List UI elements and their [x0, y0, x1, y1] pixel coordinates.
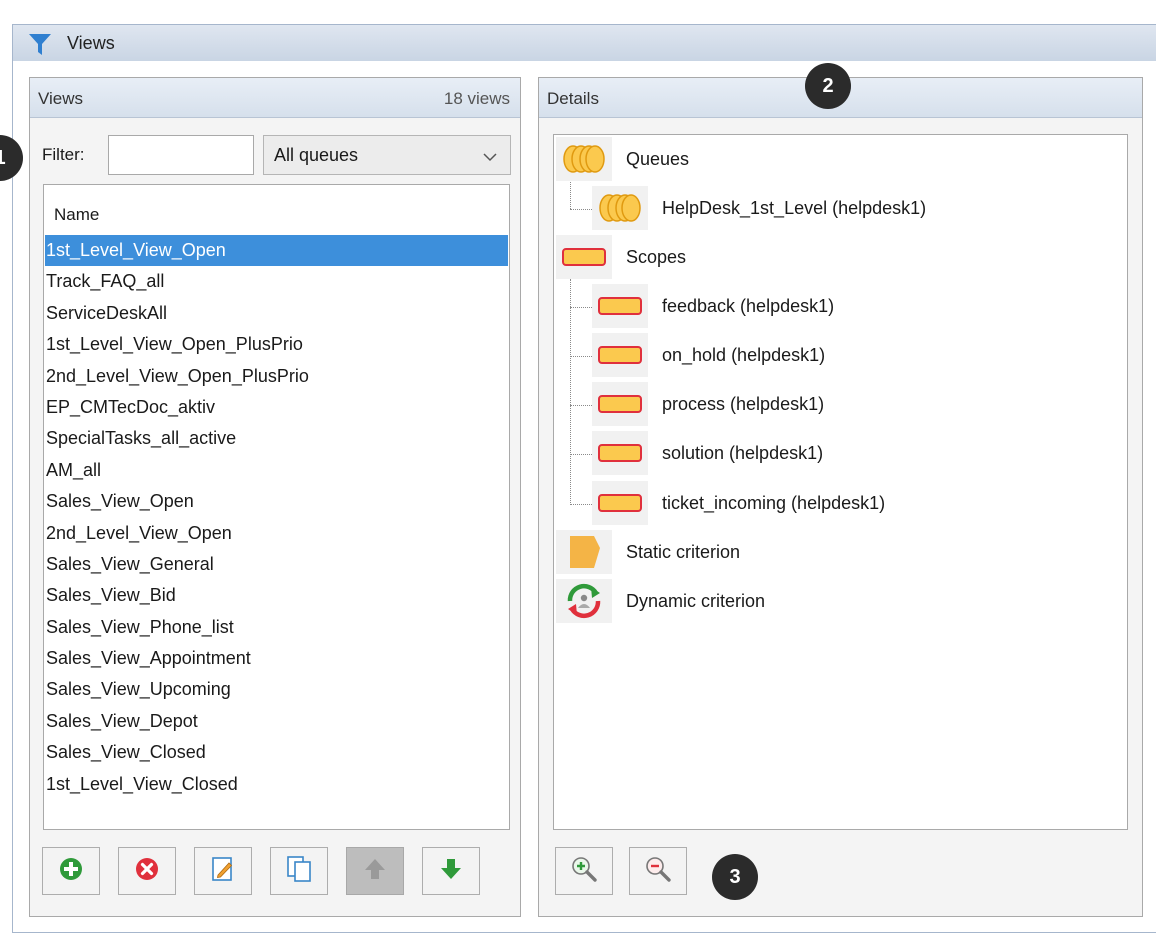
- tree-node-scope-item[interactable]: feedback (helpdesk1): [592, 284, 834, 328]
- list-item[interactable]: Sales_View_Bid: [45, 580, 508, 611]
- views-list[interactable]: Name 1st_Level_View_Open Track_FAQ_all Ser…: [43, 184, 510, 830]
- scope-icon: [592, 284, 648, 328]
- scope-item-label: feedback (helpdesk1): [662, 295, 835, 316]
- list-item[interactable]: Sales_View_General: [45, 549, 508, 580]
- details-panel: Details Queues HelpDesk_1st_Level (helpd…: [538, 77, 1143, 917]
- tree-node-queues[interactable]: Queues: [556, 137, 689, 181]
- copy-document-icon: [285, 854, 313, 889]
- list-item[interactable]: Track_FAQ_all: [45, 266, 508, 297]
- list-item[interactable]: 2nd_Level_View_Open: [45, 518, 508, 549]
- plus-circle-icon: [58, 856, 84, 887]
- list-item[interactable]: 1st_Level_View_Closed: [45, 769, 508, 800]
- dynamic-criterion-label: Dynamic criterion: [626, 590, 766, 611]
- list-item[interactable]: Sales_View_Phone_list: [45, 612, 508, 643]
- list-item[interactable]: AM_all: [45, 455, 508, 486]
- list-item[interactable]: 2nd_Level_View_Open_PlusPrio: [45, 361, 508, 392]
- tree-connector: [570, 179, 571, 209]
- list-item[interactable]: 1st_Level_View_Open: [45, 235, 508, 267]
- zoom-in-icon: [570, 855, 598, 888]
- tree-connector: [570, 279, 571, 505]
- arrow-up-icon: [363, 856, 387, 887]
- scope-item-label: ticket_incoming (helpdesk1): [662, 492, 886, 513]
- callout-badge-3: 3: [712, 854, 758, 900]
- tree-connector: [570, 454, 592, 455]
- filter-funnel-icon: [27, 31, 53, 62]
- tree-connector: [570, 356, 592, 357]
- edit-view-button[interactable]: [194, 847, 252, 895]
- tree-node-static-criterion[interactable]: Static criterion: [556, 530, 740, 574]
- dynamic-criterion-icon: [556, 579, 612, 623]
- tree-node-queue-item[interactable]: HelpDesk_1st_Level (helpdesk1): [592, 186, 926, 230]
- static-criterion-icon: [556, 530, 612, 574]
- scope-item-label: process (helpdesk1): [662, 393, 825, 414]
- list-item[interactable]: EP_CMTecDoc_aktiv: [45, 392, 508, 423]
- views-panel-header: Views 18 views: [30, 78, 520, 118]
- tree-node-scopes[interactable]: Scopes: [556, 235, 686, 279]
- scope-icon: [592, 481, 648, 525]
- x-circle-icon: [134, 856, 160, 887]
- tree-connector: [570, 307, 592, 308]
- scope-icon: [592, 382, 648, 426]
- views-panel: Views 18 views Filter: All queues Name 1…: [29, 77, 521, 917]
- callout-badge-2: 2: [805, 63, 851, 109]
- scope-item-label: on_hold (helpdesk1): [662, 344, 826, 365]
- list-item[interactable]: SpecialTasks_all_active: [45, 423, 508, 454]
- edit-document-icon: [210, 855, 236, 888]
- views-count: 18 views: [443, 89, 510, 108]
- list-item[interactable]: Sales_View_Upcoming: [45, 674, 508, 705]
- filter-label: Filter:: [42, 145, 85, 164]
- list-item[interactable]: Sales_View_Depot: [45, 706, 508, 737]
- zoom-out-icon: [644, 855, 672, 888]
- chevron-down-icon: [482, 148, 498, 169]
- scopes-label: Scopes: [626, 246, 687, 267]
- tree-node-scope-item[interactable]: process (helpdesk1): [592, 382, 824, 426]
- queue-select-value: All queues: [274, 145, 359, 165]
- delete-view-button[interactable]: [118, 847, 176, 895]
- queue-item-label: HelpDesk_1st_Level (helpdesk1): [662, 197, 927, 218]
- column-header-name[interactable]: Name: [54, 205, 99, 225]
- scope-icon: [592, 333, 648, 377]
- zoom-out-button[interactable]: [629, 847, 687, 895]
- tree-node-scope-item[interactable]: solution (helpdesk1): [592, 431, 823, 475]
- list-item[interactable]: Sales_View_Open: [45, 486, 508, 517]
- details-panel-title: Details: [547, 89, 599, 108]
- tree-node-scope-item[interactable]: on_hold (helpdesk1): [592, 333, 825, 377]
- queue-select[interactable]: All queues: [263, 135, 511, 175]
- add-view-button[interactable]: [42, 847, 100, 895]
- arrow-down-icon: [439, 856, 463, 887]
- scope-icon: [592, 431, 648, 475]
- window-title: Views: [67, 33, 115, 53]
- window-title-bar: Views: [12, 24, 1156, 62]
- tree-connector: [570, 405, 592, 406]
- views-panel-title: Views: [38, 89, 84, 108]
- list-item[interactable]: Sales_View_Appointment: [45, 643, 508, 674]
- views-list-rows: 1st_Level_View_Open Track_FAQ_all ServiceD…: [45, 235, 508, 800]
- move-down-button[interactable]: [422, 847, 480, 895]
- tree-node-scope-item[interactable]: ticket_incoming (helpdesk1): [592, 481, 885, 525]
- copy-view-button[interactable]: [270, 847, 328, 895]
- tree-connector: [570, 504, 592, 505]
- list-item[interactable]: Sales_View_Closed: [45, 737, 508, 768]
- move-up-button[interactable]: [346, 847, 404, 895]
- details-tree[interactable]: Queues HelpDesk_1st_Level (helpdesk1) Sc…: [553, 134, 1128, 830]
- tree-node-dynamic-criterion[interactable]: Dynamic criterion: [556, 579, 765, 623]
- filter-input[interactable]: [108, 135, 254, 175]
- tree-connector: [570, 209, 592, 210]
- list-item[interactable]: ServiceDeskAll: [45, 298, 508, 329]
- queues-icon: [556, 137, 612, 181]
- queue-icon: [592, 186, 648, 230]
- static-criterion-label: Static criterion: [626, 541, 741, 562]
- list-item[interactable]: 1st_Level_View_Open_PlusPrio: [45, 329, 508, 360]
- zoom-in-button[interactable]: [555, 847, 613, 895]
- queues-label: Queues: [626, 148, 690, 169]
- scopes-icon: [556, 235, 612, 279]
- scope-item-label: solution (helpdesk1): [662, 442, 824, 463]
